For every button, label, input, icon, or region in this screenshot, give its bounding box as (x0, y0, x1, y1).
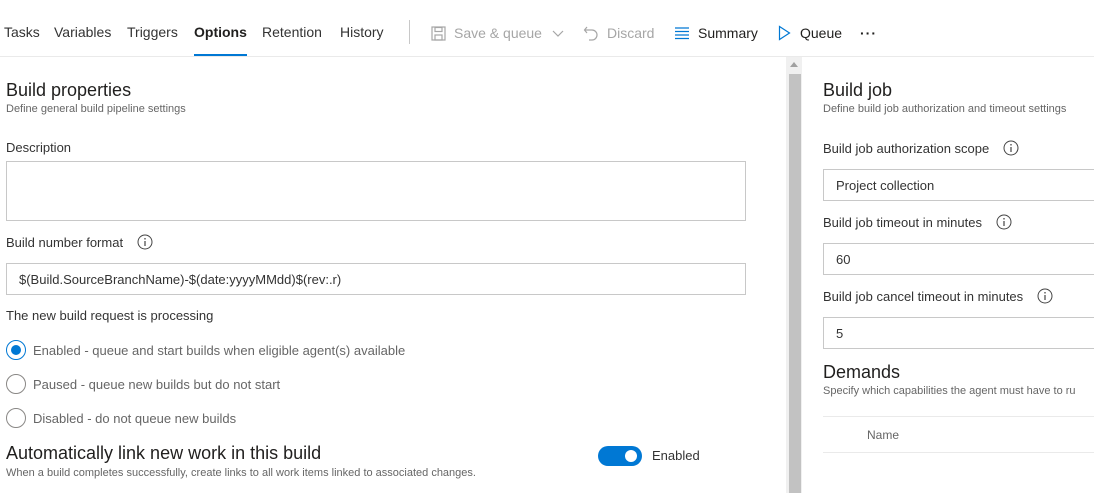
description-label: Description (6, 140, 72, 155)
timeout-text: Build job timeout in minutes (823, 214, 982, 230)
radio-enabled-label: Enabled - queue and start builds when el… (33, 342, 406, 358)
auth-scope-text: Build job authorization scope (823, 140, 990, 156)
build-number-format-field[interactable]: $(Build.SourceBranchName)-$(date:yyyyMMd… (6, 263, 746, 295)
processing-label: The new build request is processing (6, 308, 214, 323)
build-number-format-text: Build number format (6, 234, 124, 250)
tab-retention[interactable]: Retention (262, 24, 322, 57)
radio-paused[interactable]: Paused - queue new builds but do not sta… (6, 374, 280, 394)
more-icon: ··· (860, 25, 877, 41)
save-queue-label: Save & queue (454, 25, 542, 41)
demands-subtitle: Specify which capabilities the agent mus… (823, 385, 1076, 397)
scrollbar-thumb[interactable] (789, 74, 801, 493)
discard-label: Discard (607, 25, 655, 41)
info-icon[interactable] (137, 234, 153, 250)
play-icon (776, 25, 792, 41)
toolbar-divider (409, 20, 410, 44)
tab-triggers[interactable]: Triggers (127, 24, 178, 57)
build-job-title: Build job (823, 80, 893, 100)
toggle-knob (625, 450, 637, 462)
discard-button[interactable]: Discard (583, 22, 654, 44)
chevron-down-icon (550, 25, 566, 41)
auto-link-subtitle: When a build completes successfully, cre… (6, 467, 476, 479)
info-icon[interactable] (1003, 140, 1019, 156)
demands-table-header: Name (823, 416, 1094, 453)
undo-icon (583, 25, 599, 41)
tab-variables[interactable]: Variables (54, 24, 111, 57)
description-field[interactable] (6, 161, 746, 221)
info-icon[interactable] (996, 214, 1012, 230)
auto-link-toggle-label: Enabled (652, 448, 700, 463)
summary-button[interactable]: Summary (674, 22, 758, 44)
radio-paused-label: Paused - queue new builds but do not sta… (33, 376, 281, 392)
radio-disabled-label: Disabled - do not queue new builds (33, 410, 237, 426)
save-queue-button[interactable]: Save & queue (430, 22, 566, 44)
summary-label: Summary (698, 25, 758, 41)
demands-column-name[interactable]: Name (867, 428, 899, 442)
build-properties-subtitle: Define general build pipeline settings (6, 103, 186, 115)
timeout-label: Build job timeout in minutes (823, 214, 1012, 230)
radio-enabled[interactable]: Enabled - queue and start builds when el… (6, 340, 405, 360)
auth-scope-dropdown[interactable]: Project collection (823, 169, 1094, 201)
radio-button-selected (6, 340, 26, 360)
build-number-format-label: Build number format (6, 234, 153, 250)
info-icon[interactable] (1037, 288, 1053, 304)
tab-history[interactable]: History (340, 24, 384, 57)
radio-button (6, 374, 26, 394)
tab-tasks[interactable]: Tasks (4, 24, 40, 57)
tab-options[interactable]: Options (194, 24, 247, 57)
list-icon (674, 25, 690, 41)
queue-button[interactable]: Queue (776, 22, 842, 44)
scroll-up-arrow-icon[interactable] (790, 62, 798, 67)
auto-link-toggle[interactable] (598, 446, 642, 466)
radio-button (6, 408, 26, 428)
cancel-timeout-field[interactable]: 5 (823, 317, 1094, 349)
save-icon (430, 25, 446, 41)
queue-label: Queue (800, 25, 843, 41)
radio-disabled[interactable]: Disabled - do not queue new builds (6, 408, 236, 428)
auth-scope-label: Build job authorization scope (823, 140, 1019, 156)
cancel-timeout-label: Build job cancel timeout in minutes (823, 288, 1053, 304)
auto-link-title: Automatically link new work in this buil… (6, 443, 322, 463)
top-toolbar: Tasks Variables Triggers Options Retenti… (0, 0, 1094, 57)
demands-title: Demands (823, 362, 901, 382)
cancel-timeout-text: Build job cancel timeout in minutes (823, 288, 1024, 304)
build-job-subtitle: Define build job authorization and timeo… (823, 103, 1067, 115)
timeout-field[interactable]: 60 (823, 243, 1094, 275)
more-actions-button[interactable]: ··· (860, 22, 877, 44)
build-properties-title: Build properties (6, 80, 132, 100)
